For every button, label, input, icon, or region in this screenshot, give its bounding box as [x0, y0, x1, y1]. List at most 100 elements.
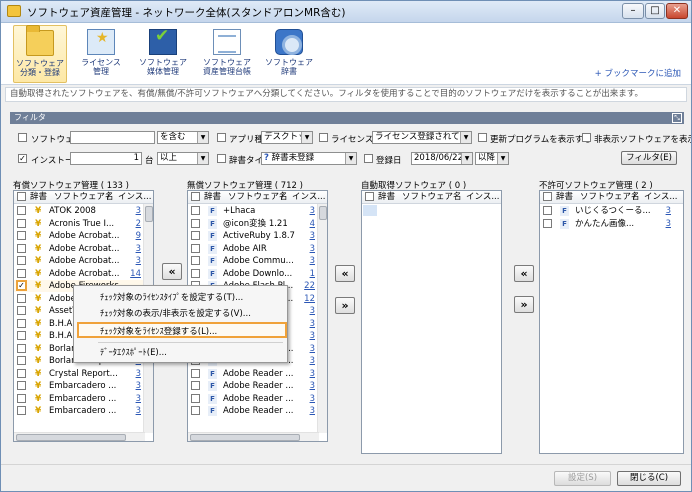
row-checkbox[interactable] — [17, 243, 26, 253]
list-item[interactable]: F +Lhaca 3 — [188, 205, 327, 217]
row-checkbox[interactable] — [17, 393, 26, 403]
list-item[interactable]: ¥ Adobe Acrobat... 3 — [14, 243, 153, 255]
free-horizontal-scrollbar[interactable] — [188, 432, 319, 441]
row-checkbox[interactable] — [191, 256, 200, 265]
minimize-button[interactable]: – — [622, 3, 644, 19]
install-count-link[interactable]: 3 — [310, 255, 315, 267]
ribbon-asset-ledger[interactable]: ソフトウェア 資産管理台帳 — [197, 25, 257, 83]
install-count-input[interactable]: 1 — [70, 152, 142, 165]
app-type-checkbox[interactable] — [217, 133, 226, 142]
move-to-auto-button[interactable]: » — [335, 297, 355, 314]
install-count-link[interactable]: 3 — [310, 343, 315, 355]
install-count-checkbox[interactable]: ✓ — [18, 154, 27, 163]
move-to-free-button[interactable]: « — [335, 265, 355, 282]
row-checkbox[interactable] — [191, 268, 200, 278]
row-checkbox[interactable]: ✓ — [17, 281, 26, 290]
list-item[interactable]: F いじくるつくーる... 3 — [540, 205, 683, 217]
install-count-link[interactable]: 3 — [136, 405, 141, 417]
dict-type-select[interactable]: ? 辞書未登録 ▼ — [261, 152, 357, 165]
list-item[interactable]: ¥ Embarcadero ... 3 — [14, 405, 153, 417]
select-all-checkbox[interactable] — [365, 192, 374, 201]
install-count-link[interactable]: 3 — [310, 380, 315, 392]
move-to-paid-button[interactable]: « — [162, 263, 182, 280]
name-column-header[interactable]: ソフトウェア名 — [580, 191, 640, 203]
apply-settings-button[interactable]: 設定(S) — [554, 471, 611, 486]
scroll-thumb[interactable] — [319, 206, 327, 220]
row-checkbox[interactable] — [17, 231, 26, 240]
show-update-checkbox[interactable] — [478, 133, 487, 142]
scroll-thumb[interactable] — [190, 434, 300, 441]
close-button[interactable]: 閉じる(C) — [617, 471, 681, 486]
add-bookmark-link[interactable]: + ブックマークに追加 — [595, 67, 681, 79]
list-item[interactable]: F Adobe Reader ... 3 — [188, 368, 327, 380]
install-count-link[interactable]: 3 — [310, 368, 315, 380]
select-all-checkbox[interactable] — [543, 192, 552, 201]
list-item[interactable]: ¥ Adobe Acrobat... 3 — [14, 255, 153, 267]
menu-set-license-type[interactable]: ﾁｪｯｸ対象のﾗｲｾﾝｽﾀｲﾌﾟを設定する(T)... — [74, 290, 287, 306]
free-vertical-scrollbar[interactable] — [317, 204, 327, 433]
ribbon-media-management[interactable]: ソフトウェア 媒体管理 — [133, 25, 193, 83]
ribbon-license-management[interactable]: ライセンス 管理 — [75, 25, 127, 83]
install-count-link[interactable]: 4 — [310, 218, 315, 230]
name-column-header[interactable]: ソフトウェア名 — [402, 191, 462, 203]
list-item[interactable]: F かんたん画像... 3 — [540, 218, 683, 230]
install-count-link[interactable]: 3 — [310, 355, 315, 367]
install-column-header[interactable]: インス... — [644, 191, 677, 203]
license-select[interactable]: ライセンス登録されていない▼ — [372, 131, 472, 144]
date-compare-select[interactable]: 以降 ▼ — [475, 152, 509, 165]
close-window-button[interactable]: ✕ — [666, 3, 688, 19]
list-item[interactable]: F Adobe Commu... 3 — [188, 255, 327, 267]
software-name-input[interactable] — [70, 131, 155, 144]
install-count-link[interactable]: 3 — [310, 305, 315, 317]
install-count-link[interactable]: 3 — [136, 368, 141, 380]
row-checkbox[interactable] — [543, 218, 552, 228]
license-checkbox[interactable] — [319, 133, 328, 142]
install-count-link[interactable]: 14 — [130, 268, 141, 280]
collapse-filter-icon[interactable]: ⤡ — [672, 113, 682, 123]
list-item[interactable]: F Adobe Downlo... 1 — [188, 268, 327, 280]
row-checkbox[interactable] — [191, 243, 200, 253]
reg-date-picker[interactable]: 2018/06/22 ▼ — [411, 152, 473, 165]
select-all-checkbox[interactable] — [17, 192, 26, 201]
install-count-link[interactable]: 3 — [666, 218, 671, 230]
dict-column-header[interactable]: 辞書 — [378, 191, 395, 203]
row-checkbox[interactable] — [17, 306, 26, 315]
row-checkbox[interactable] — [191, 368, 200, 378]
list-item[interactable]: F Adobe Reader ... 3 — [188, 380, 327, 392]
ribbon-classify-register[interactable]: ソフトウェア 分類・登録 — [13, 25, 67, 83]
dict-column-header[interactable]: 辞書 — [30, 191, 47, 203]
dict-type-checkbox[interactable] — [217, 154, 226, 163]
install-count-link[interactable]: 1 — [310, 268, 315, 280]
install-count-link[interactable]: 3 — [136, 243, 141, 255]
row-checkbox[interactable] — [17, 331, 26, 340]
list-item[interactable]: F Adobe Reader ... 3 — [188, 405, 327, 417]
select-all-checkbox[interactable] — [191, 192, 200, 201]
install-count-link[interactable]: 3 — [310, 405, 315, 417]
list-item[interactable]: F ActiveRuby 1.8.7 3 — [188, 230, 327, 242]
row-checkbox[interactable] — [17, 318, 26, 328]
scroll-thumb[interactable] — [145, 206, 153, 222]
install-count-link[interactable]: 3 — [310, 243, 315, 255]
match-mode-select[interactable]: を含む ▼ — [157, 131, 209, 144]
install-count-link[interactable]: 3 — [136, 205, 141, 217]
row-checkbox[interactable] — [17, 218, 26, 228]
install-column-header[interactable]: インス... — [466, 191, 499, 203]
row-checkbox[interactable] — [17, 406, 26, 415]
list-item[interactable]: ¥ Crystal Report... 3 — [14, 368, 153, 380]
install-count-link[interactable]: 3 — [310, 393, 315, 405]
reg-date-checkbox[interactable] — [364, 154, 373, 163]
row-checkbox[interactable] — [191, 381, 200, 390]
list-item[interactable]: ¥ Acronis True I... 2 — [14, 218, 153, 230]
row-checkbox[interactable] — [543, 206, 552, 215]
row-checkbox[interactable] — [17, 206, 26, 215]
filter-apply-button[interactable]: フィルタ(E) — [621, 151, 677, 165]
software-name-checkbox[interactable] — [18, 133, 27, 142]
install-count-link[interactable]: 3 — [310, 205, 315, 217]
paid-horizontal-scrollbar[interactable] — [14, 432, 145, 441]
move-to-forbidden-button[interactable]: « — [514, 265, 534, 282]
list-item[interactable]: ¥ Adobe Acrobat... 14 — [14, 268, 153, 280]
install-count-link[interactable]: 2 — [136, 218, 141, 230]
row-checkbox[interactable] — [17, 256, 26, 265]
menu-register-license[interactable]: ﾁｪｯｸ対象をﾗｲｾﾝｽ登録する(L)... — [77, 322, 287, 338]
install-count-link[interactable]: 3 — [666, 205, 671, 217]
